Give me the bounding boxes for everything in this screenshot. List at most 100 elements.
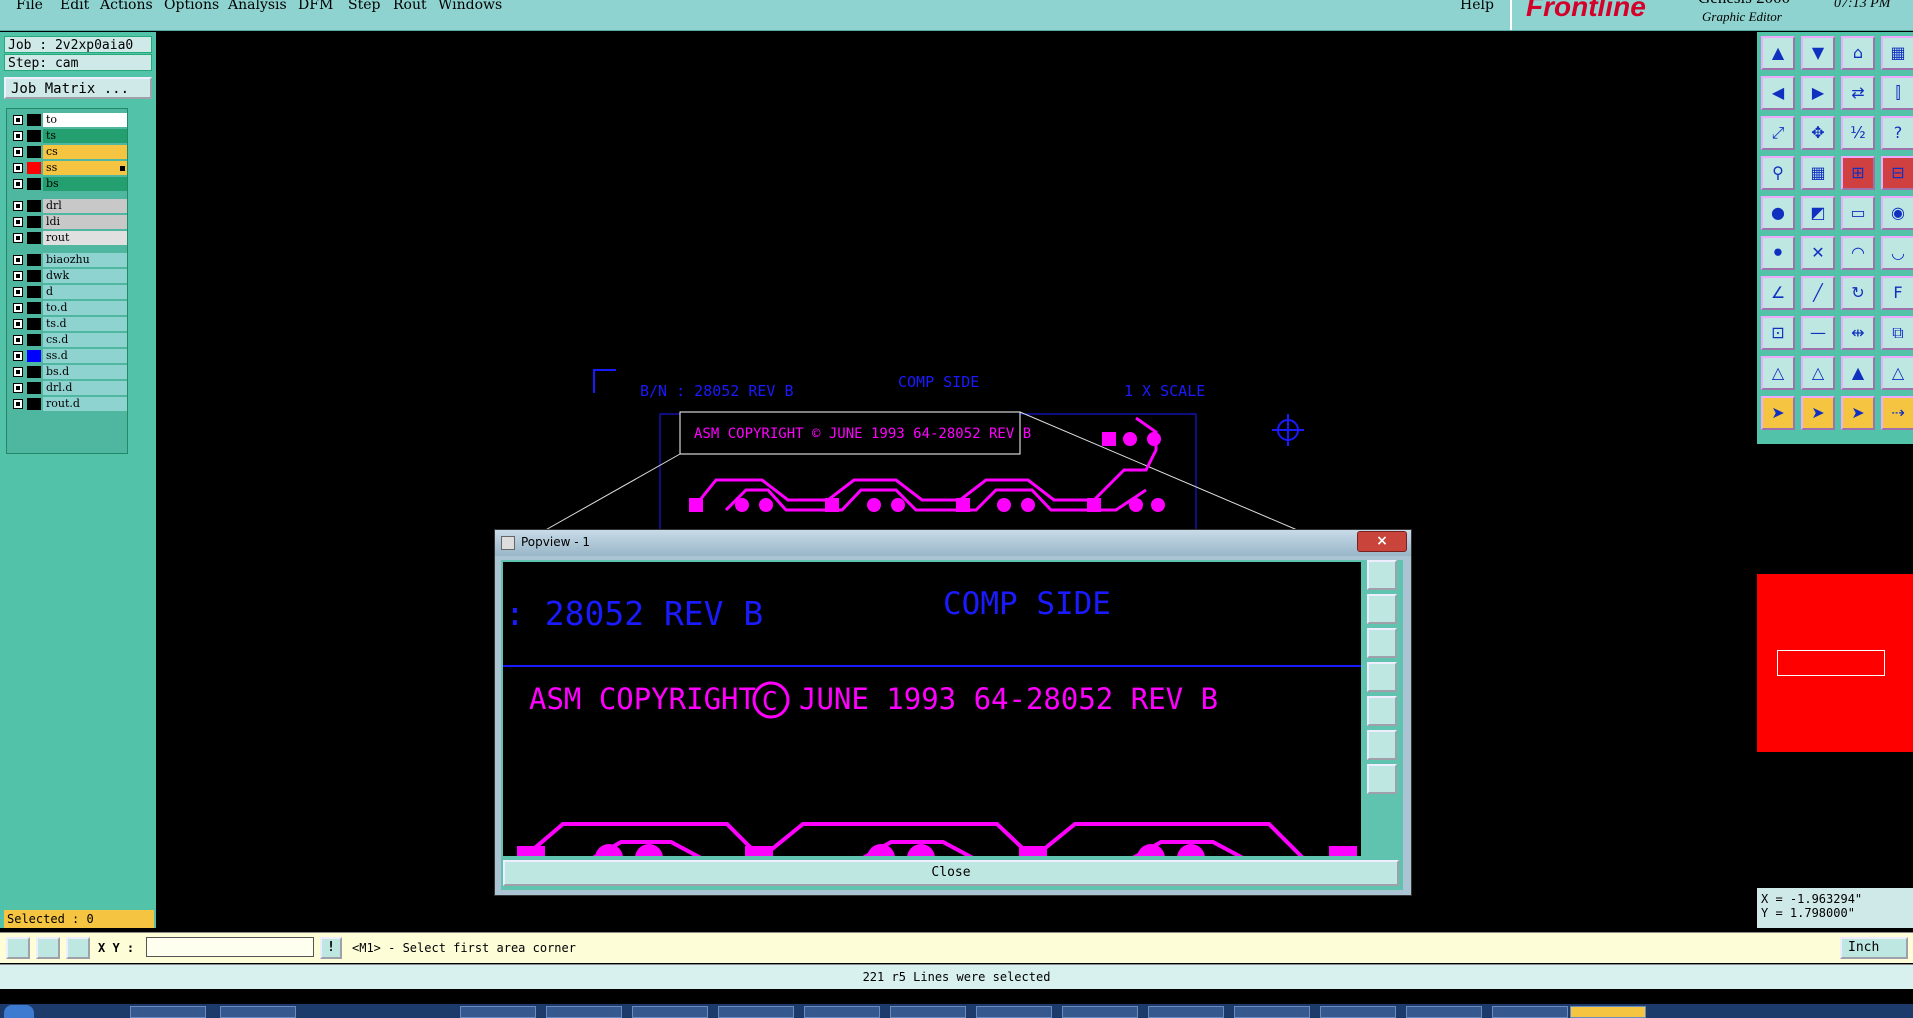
triangle-icon[interactable]: △ xyxy=(1761,356,1795,390)
layer-checkbox[interactable] xyxy=(13,179,23,189)
popview-left-button[interactable] xyxy=(1367,662,1397,692)
popview-titlebar[interactable]: Popview - 1 × xyxy=(495,530,1411,556)
layer-row-cs[interactable]: cs xyxy=(9,145,127,159)
layer-row-drl-d[interactable]: drl.d xyxy=(9,381,127,395)
layer-color-swatch[interactable] xyxy=(27,216,41,228)
taskbar-button[interactable] xyxy=(460,1006,536,1018)
layer-color-swatch[interactable] xyxy=(27,130,41,142)
text-icon[interactable]: F xyxy=(1881,276,1913,310)
layer-name[interactable]: ss xyxy=(43,161,127,175)
pad-icon[interactable]: ● xyxy=(1761,196,1795,230)
layer-color-swatch[interactable] xyxy=(27,398,41,410)
layer-name[interactable]: drl.d xyxy=(43,381,127,395)
window-icon[interactable]: ▦ xyxy=(1881,36,1913,70)
layer-row-cs-d[interactable]: cs.d xyxy=(9,333,127,347)
fit-icon[interactable]: ⤢ xyxy=(1761,116,1795,150)
layer-name[interactable]: rout.d xyxy=(43,397,127,411)
layer-name[interactable]: to.d xyxy=(43,301,127,315)
menu-options[interactable]: Options xyxy=(164,0,219,13)
layer-checkbox[interactable] xyxy=(13,201,23,211)
layer-name[interactable]: d xyxy=(43,285,127,299)
layer-row-ts-d[interactable]: ts.d xyxy=(9,317,127,331)
menu-step[interactable]: Step xyxy=(348,0,380,13)
popview-zoom-out-button[interactable] xyxy=(1367,764,1397,794)
layer-color-swatch[interactable] xyxy=(27,334,41,346)
home-icon[interactable]: ⌂ xyxy=(1841,36,1875,70)
menu-help[interactable]: Help xyxy=(1460,0,1494,13)
layer-row-rout-d[interactable]: rout.d xyxy=(9,397,127,411)
help-icon[interactable]: ? xyxy=(1881,116,1913,150)
measure-icon[interactable] xyxy=(36,937,60,959)
layer-color-swatch[interactable] xyxy=(27,200,41,212)
layer-color-swatch[interactable] xyxy=(27,254,41,266)
layer-name[interactable]: drl xyxy=(43,199,127,213)
popview-right-button[interactable] xyxy=(1367,696,1397,726)
layer-color-swatch[interactable] xyxy=(27,178,41,190)
menu-edit[interactable]: Edit xyxy=(60,0,89,13)
probe-icon[interactable]: ⚲ xyxy=(1761,156,1795,190)
layer-checkbox[interactable] xyxy=(13,399,23,409)
ratio-icon[interactable]: ½ xyxy=(1841,116,1875,150)
taskbar-button[interactable] xyxy=(804,1006,880,1018)
layer-color-swatch[interactable] xyxy=(27,270,41,282)
taskbar-button[interactable] xyxy=(1062,1006,1138,1018)
menu-analysis[interactable]: Analysis xyxy=(228,0,287,13)
layer-row-biaozhu[interactable]: biaozhu xyxy=(9,253,127,267)
taskbar-button[interactable] xyxy=(1492,1006,1568,1018)
step-right-icon[interactable]: ▶ xyxy=(1801,76,1835,110)
layer-color-swatch[interactable] xyxy=(27,302,41,314)
menu-dfm[interactable]: DFM xyxy=(298,0,333,13)
layer-name[interactable]: dwk xyxy=(43,269,127,283)
layer-name[interactable]: cs xyxy=(43,145,127,159)
popview-zoom-fit-button[interactable] xyxy=(1367,560,1397,590)
layer-checkbox[interactable] xyxy=(13,271,23,281)
layer-row-bs-d[interactable]: bs.d xyxy=(9,365,127,379)
rotate-icon[interactable]: ↻ xyxy=(1841,276,1875,310)
popview-down-button[interactable] xyxy=(1367,628,1397,658)
layer-color-swatch[interactable] xyxy=(27,366,41,378)
layer-row-ss-d[interactable]: ss.d xyxy=(9,349,127,363)
units-selector[interactable]: Inch xyxy=(1840,937,1908,959)
layer-checkbox[interactable] xyxy=(13,233,23,243)
layer-row-to[interactable]: to xyxy=(9,113,127,127)
upload-icon[interactable]: ▲ xyxy=(1761,36,1795,70)
layer-row-ts[interactable]: ts xyxy=(9,129,127,143)
layer-checkbox[interactable] xyxy=(13,163,23,173)
line-icon[interactable]: ◩ xyxy=(1801,196,1835,230)
overview-panel[interactable] xyxy=(1757,444,1913,888)
layer-color-swatch[interactable] xyxy=(27,350,41,362)
close-button[interactable]: Close xyxy=(503,860,1399,886)
layer-name[interactable]: bs.d xyxy=(43,365,127,379)
step-left-icon[interactable]: ◀ xyxy=(1761,76,1795,110)
layer-row-rout[interactable]: rout xyxy=(9,231,127,245)
arc-alt-icon[interactable]: ◡ xyxy=(1881,236,1913,270)
triangle-bold-icon[interactable]: ▲ xyxy=(1841,356,1875,390)
layer-name[interactable]: biaozhu xyxy=(43,253,127,267)
layer-checkbox[interactable] xyxy=(13,383,23,393)
cross-icon[interactable]: ✕ xyxy=(1801,236,1835,270)
layer-checkbox[interactable] xyxy=(13,131,23,141)
net-icon[interactable]: ⊞ xyxy=(1841,156,1875,190)
taskbar-button[interactable] xyxy=(718,1006,794,1018)
layer-color-swatch[interactable] xyxy=(27,162,41,174)
download-icon[interactable]: ▼ xyxy=(1801,36,1835,70)
link-icon[interactable]: ⧉ xyxy=(1881,316,1913,350)
layer-color-swatch[interactable] xyxy=(27,232,41,244)
layer-color-swatch[interactable] xyxy=(27,382,41,394)
pointer-alt-icon[interactable]: ➤ xyxy=(1801,396,1835,430)
layer-checkbox[interactable] xyxy=(13,351,23,361)
layer-name[interactable]: to xyxy=(43,113,127,127)
layer-checkbox[interactable] xyxy=(13,303,23,313)
layer-checkbox[interactable] xyxy=(13,147,23,157)
close-icon[interactable]: × xyxy=(1357,531,1407,552)
swap-icon[interactable]: ⇄ xyxy=(1841,76,1875,110)
popview-canvas[interactable]: : 28052 REV B COMP SIDE ASM COPYRIGHT C … xyxy=(503,562,1361,856)
taskbar-button[interactable] xyxy=(546,1006,622,1018)
layer-name[interactable]: ts.d xyxy=(43,317,127,331)
move-icon[interactable]: ⊡ xyxy=(1761,316,1795,350)
taskbar-button[interactable] xyxy=(1320,1006,1396,1018)
layer-name[interactable]: rout xyxy=(43,231,127,245)
layer-checkbox[interactable] xyxy=(13,255,23,265)
layer-checkbox[interactable] xyxy=(13,217,23,227)
pointer-bold-icon[interactable]: ➤ xyxy=(1841,396,1875,430)
